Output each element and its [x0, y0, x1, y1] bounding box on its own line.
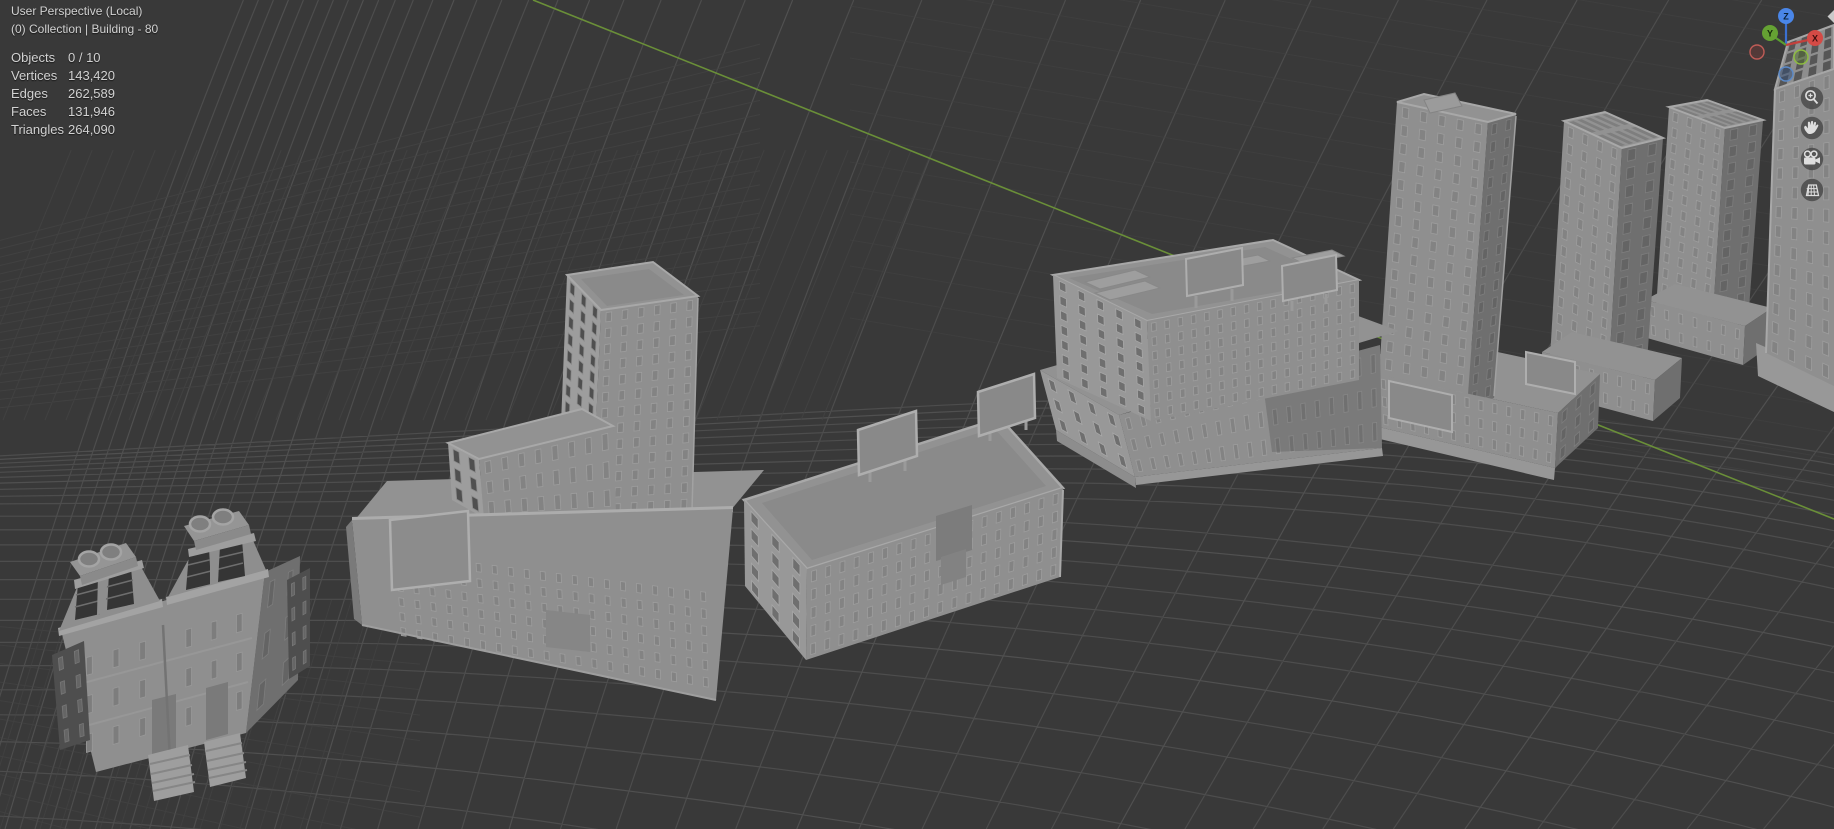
svg-text:Z: Z [1783, 12, 1789, 22]
svg-text:Y: Y [1767, 29, 1773, 39]
svg-text:X: X [1812, 34, 1818, 44]
